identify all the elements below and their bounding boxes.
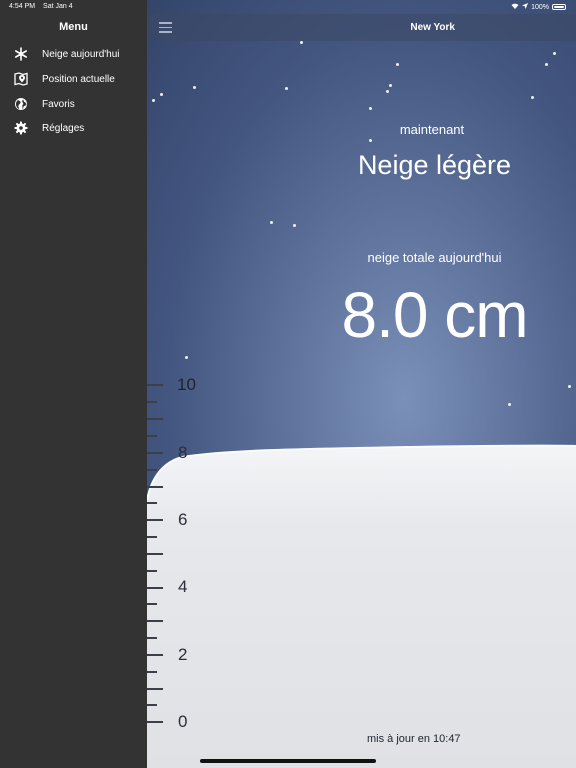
map-pin-icon	[14, 72, 28, 86]
total-snow-label: neige totale aujourd'hui	[367, 250, 502, 265]
snowflake-icon	[14, 47, 28, 61]
ruler-major-tick	[147, 384, 163, 386]
ruler-minor-tick	[147, 570, 157, 572]
battery-icon	[552, 4, 566, 10]
ruler-label-0: 0	[178, 712, 188, 731]
snow-pile	[147, 444, 576, 768]
ruler-major-tick	[147, 587, 163, 589]
current-condition: Neige légère	[357, 150, 512, 180]
location-arrow-icon	[522, 3, 529, 11]
ruler-minor-tick	[147, 603, 157, 605]
sidebar-item-favoris[interactable]: Favoris	[0, 93, 147, 115]
sidebar-item-reglages[interactable]: Réglages	[0, 117, 147, 139]
sidebar-item-label: Position actuelle	[42, 73, 115, 85]
ruler-minor-tick	[147, 469, 157, 471]
ruler-label-6: 6	[178, 510, 188, 529]
status-date: Sat Jan 4	[43, 3, 73, 10]
sidebar-item-label: Neige aujourd'hui	[42, 48, 120, 60]
ruler-label-10: 10	[177, 375, 196, 394]
gear-icon	[14, 121, 28, 135]
total-snow-value: 8.0 cm	[341, 279, 528, 351]
sidebar-title: Menu	[59, 21, 88, 33]
ruler-label-4: 4	[178, 577, 188, 596]
ruler-major-tick	[147, 654, 163, 656]
ruler-tick	[147, 620, 163, 622]
sidebar-item-position-actuelle[interactable]: Position actuelle	[0, 68, 147, 90]
ruler-minor-tick	[147, 536, 157, 538]
ruler-major-tick	[147, 721, 163, 723]
last-updated: mis à jour en 10:47	[367, 733, 461, 745]
sidebar-item-label: Favoris	[42, 98, 75, 110]
ruler-major-tick	[147, 519, 163, 521]
home-indicator[interactable]	[200, 759, 376, 763]
ruler-minor-tick	[147, 637, 157, 639]
sidebar-item-label: Réglages	[42, 122, 85, 134]
wifi-icon	[511, 3, 519, 11]
status-bar: 4:54 PM Sat Jan 4 100%	[0, 0, 576, 14]
sidebar: Menu Neige aujourd'hui Position actuelle	[0, 0, 147, 768]
ruler-tick	[147, 486, 163, 488]
status-left: 4:54 PM Sat Jan 4	[9, 3, 79, 10]
ruler-minor-tick	[147, 704, 157, 706]
ruler-minor-tick	[147, 502, 157, 504]
now-label: maintenant	[399, 122, 465, 137]
battery-label: 100%	[531, 3, 549, 11]
status-time: 4:54 PM	[9, 3, 36, 10]
ruler-label-2: 2	[178, 645, 188, 664]
ruler-minor-tick	[147, 671, 157, 673]
ruler-minor-tick	[147, 401, 157, 403]
ruler-tick	[147, 553, 163, 555]
status-right: 100%	[511, 3, 566, 11]
ruler-label-8: 8	[178, 443, 188, 462]
main-panel: New York 10 8 6 4 2 0 maintenant Neige l…	[147, 0, 576, 768]
globe-icon	[14, 97, 28, 111]
ruler-tick	[147, 418, 163, 420]
sidebar-item-neige-aujourdhui[interactable]: Neige aujourd'hui	[0, 43, 147, 65]
ruler-minor-tick	[147, 435, 157, 437]
ruler-major-tick	[147, 452, 163, 454]
ruler-tick	[147, 688, 163, 690]
